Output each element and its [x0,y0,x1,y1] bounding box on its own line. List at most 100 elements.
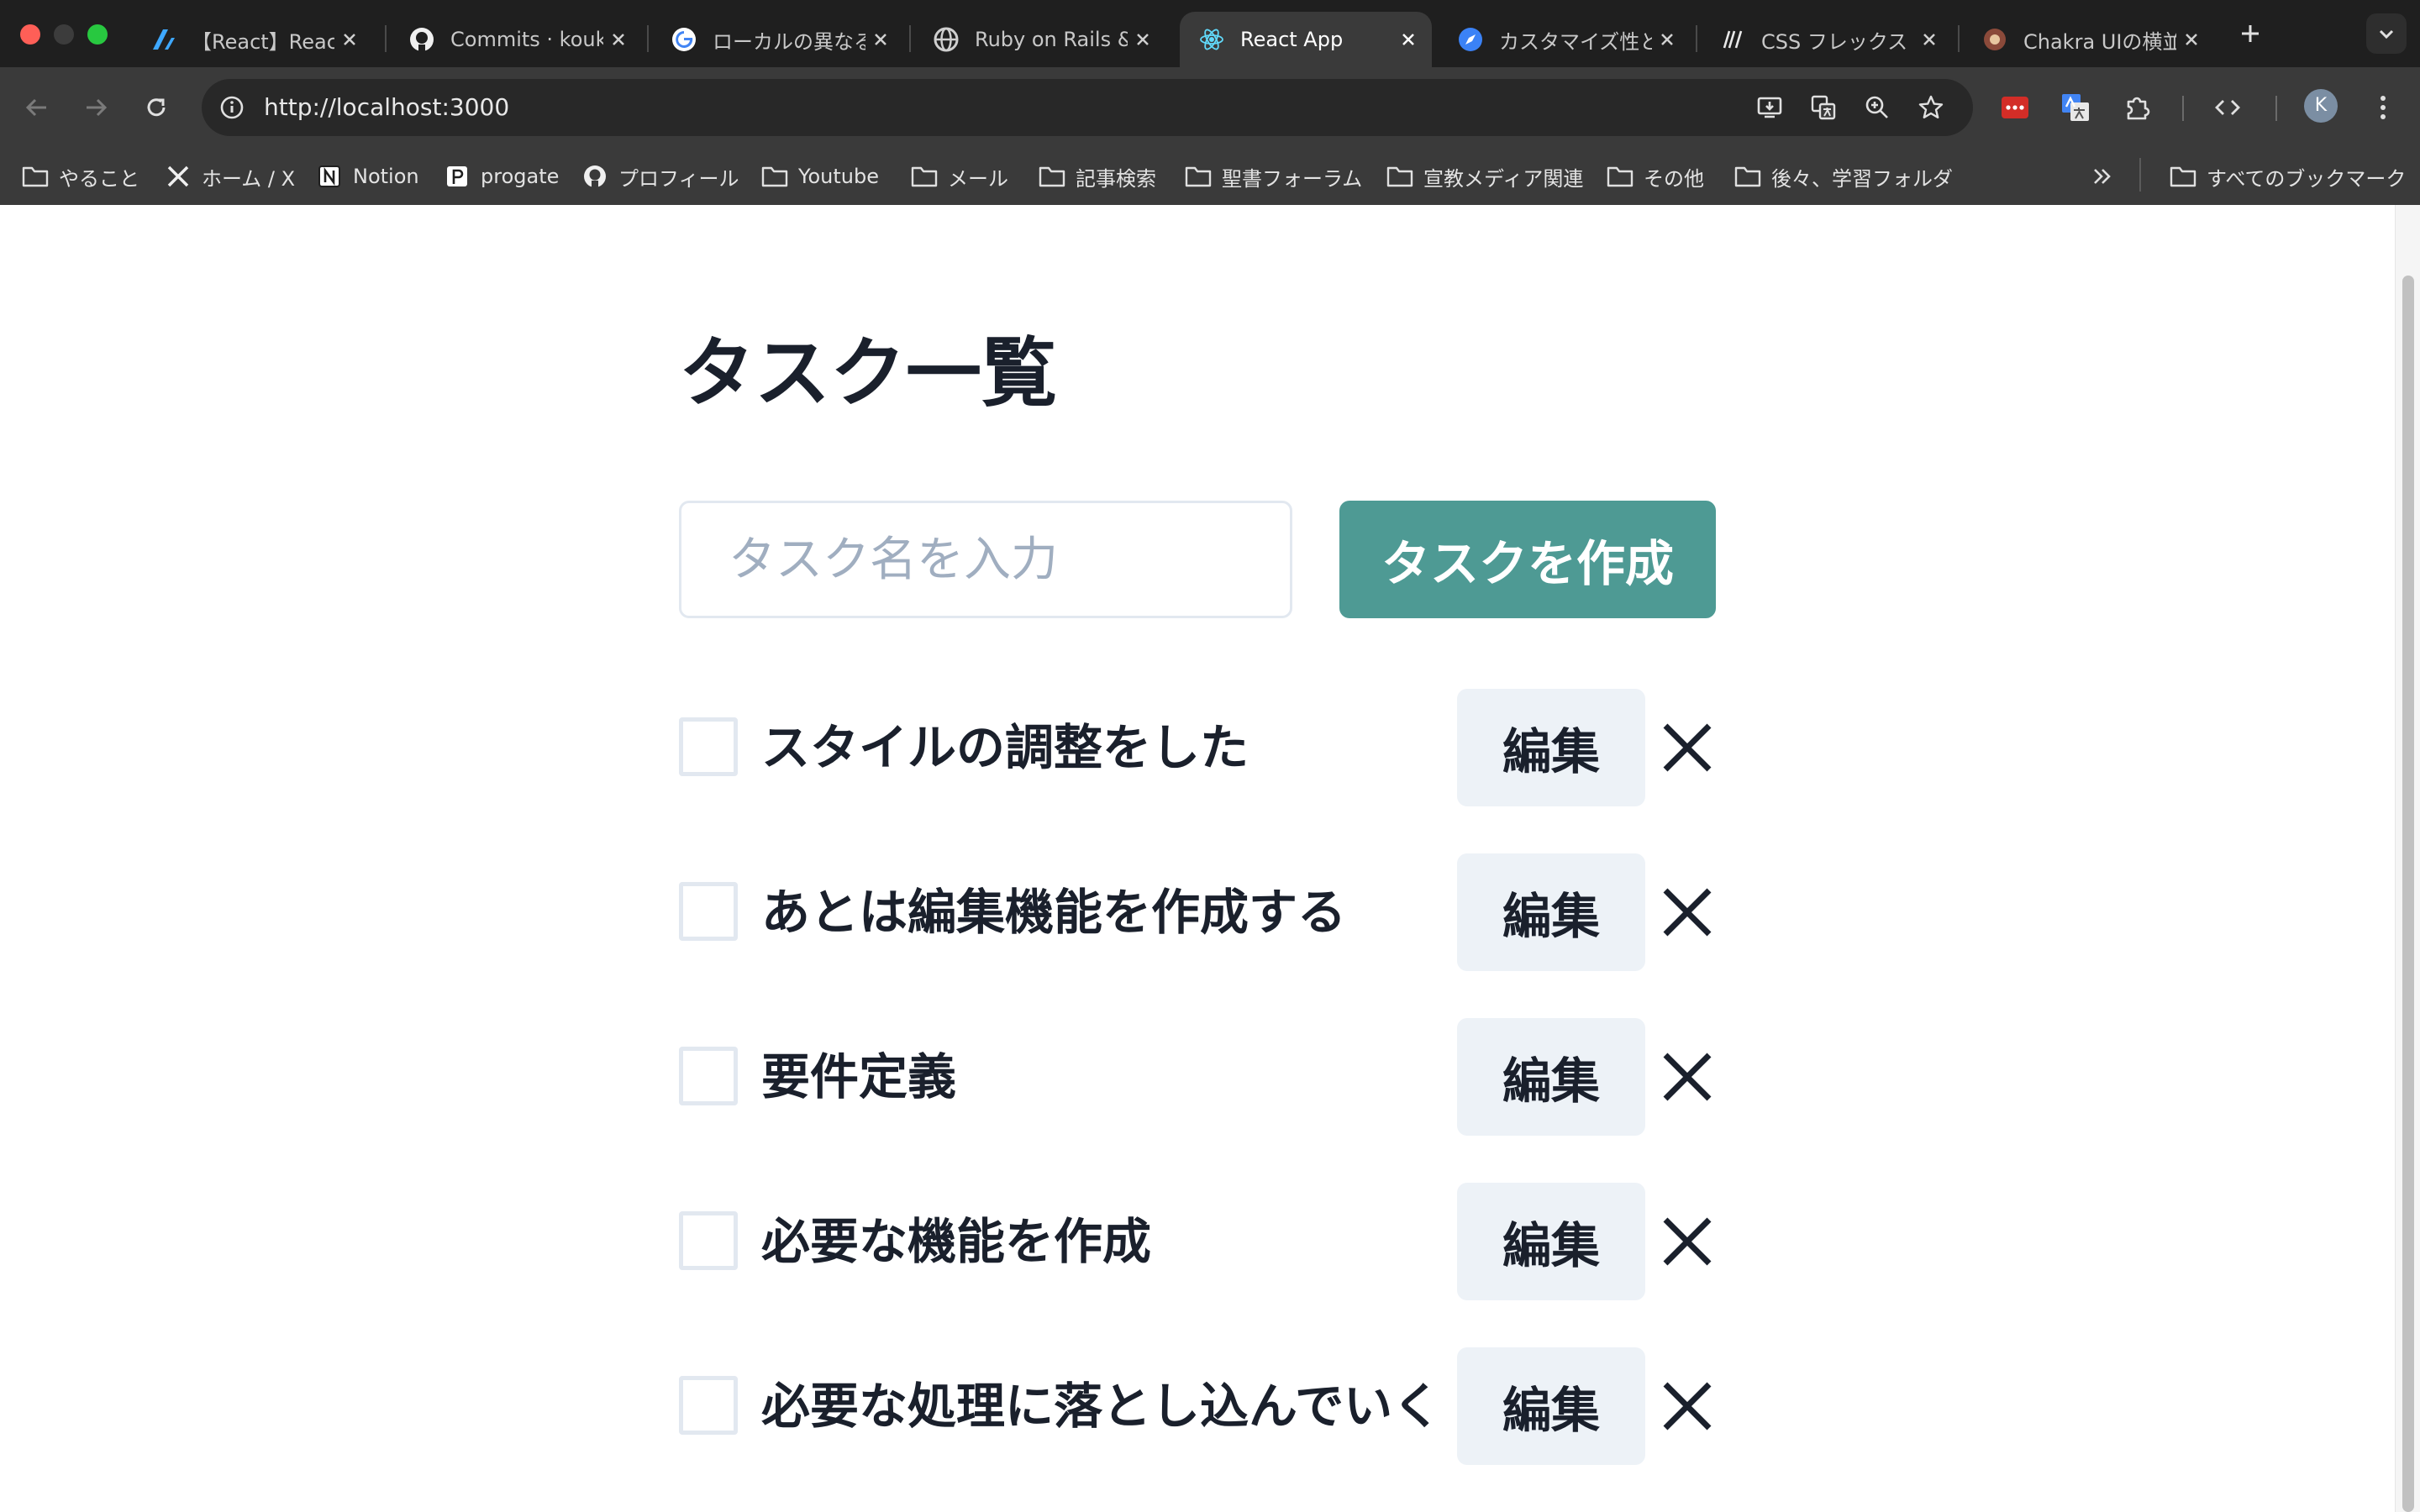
task-checkbox[interactable] [679,882,738,941]
tab-4-active[interactable]: React App [1180,12,1432,67]
progate-icon [444,163,471,190]
arrow-right-icon [87,98,108,117]
close-tab-icon[interactable] [1393,24,1423,55]
delete-task-button[interactable] [1659,1376,1716,1436]
chevron-down-icon [2379,29,2394,39]
bookmark-item[interactable]: progate [444,148,559,205]
task-row: あとは編集機能を作成する 編集 [679,853,1716,971]
bookmark-label: ホーム / X [202,166,296,191]
close-tab-icon[interactable] [865,24,896,55]
zoom-icon[interactable] [1857,87,1897,128]
more-menu-icon[interactable] [2361,86,2405,129]
bookmark-item[interactable]: Youtube [761,148,879,205]
folder-icon [761,163,788,190]
bookmarks-overflow-button[interactable] [2089,148,2126,205]
bookmark-item[interactable]: やること [22,148,139,205]
translate-icon[interactable] [1803,87,1844,128]
create-task-button[interactable]: タスクを作成 [1339,501,1716,618]
edit-task-button[interactable]: 編集 [1457,689,1645,806]
plus-icon [2242,25,2259,42]
arrow-left-icon [25,98,46,117]
zoom-window-button[interactable] [87,24,108,45]
install-app-icon[interactable] [1749,87,1790,128]
zenn-icon [150,26,176,53]
tab-search-button[interactable] [2366,13,2407,54]
bookmark-star-icon[interactable] [1911,87,1951,128]
tab-1[interactable]: Commits · kouk [390,12,642,67]
close-tab-icon[interactable] [603,24,634,55]
bookmark-item[interactable]: その他 [1607,148,1704,205]
task-checkbox[interactable] [679,1376,738,1435]
bookmark-item[interactable]: 後々、学習フォルダ [1734,148,1953,205]
page-viewport: タスク一覧 タスクを作成 スタイルの調整をした 編集 あとは編集機能を作成する … [0,205,2420,1512]
github-icon [408,26,435,53]
bookmark-label: 聖書フォーラム [1222,166,1363,191]
close-tab-icon[interactable] [1652,24,1682,55]
devtools-code-icon[interactable] [2206,86,2249,129]
tab-6[interactable]: CSS フレックス [1701,12,1953,67]
edit-task-button[interactable]: 編集 [1457,853,1645,971]
react-icon [1198,26,1225,53]
bookmark-item[interactable]: 宣教メディア関連 [1386,148,1583,205]
extensions-puzzle-icon[interactable] [2116,86,2160,129]
tab-divider [1696,25,1697,52]
github-icon [581,163,608,190]
edit-task-button[interactable]: 編集 [1457,1347,1645,1465]
close-tab-icon[interactable] [2176,24,2207,55]
tab-title: Chakra UIの横並 [2023,29,2176,54]
close-window-button[interactable] [20,24,40,45]
minimize-window-button[interactable] [54,24,74,45]
bookmark-item[interactable]: 記事検索 [1039,148,1156,205]
edit-task-button[interactable]: 編集 [1457,1018,1645,1136]
bookmark-item[interactable]: 聖書フォーラム [1185,148,1362,205]
close-tab-icon[interactable] [334,24,365,55]
bookmark-label: Youtube [798,165,879,188]
folder-icon [22,163,49,190]
tab-3[interactable]: Ruby on Rails & [914,12,1166,67]
bookmark-item[interactable]: プロフィール [581,148,739,205]
task-name: スタイルの調整をした [761,719,1249,776]
x-icon [165,163,192,190]
reload-button[interactable] [134,86,178,129]
bookmark-label: 宣教メディア関連 [1423,166,1584,191]
task-checkbox[interactable] [679,717,738,776]
task-checkbox[interactable] [679,1047,738,1105]
scrollbar-thumb[interactable] [2402,276,2414,1512]
address-bar[interactable]: http://localhost:3000 [202,79,1973,136]
bookmark-label: 後々、学習フォルダ [1771,166,1953,191]
close-tab-icon[interactable] [1914,24,1944,55]
profile-avatar[interactable]: K [2304,89,2338,123]
bookmark-item[interactable]: Notion [316,148,419,205]
task-name-input[interactable] [679,501,1292,618]
page-scrollbar[interactable] [2395,205,2420,1512]
tab-divider [909,25,911,52]
close-tab-icon[interactable] [1128,24,1158,55]
folder-icon [1386,163,1413,190]
delete-task-button[interactable] [1659,882,1716,942]
extension-translate-icon[interactable] [2054,86,2097,129]
extension-lastpass-icon[interactable] [1993,86,2037,129]
tab-7[interactable]: Chakra UIの横並 [1963,12,2215,67]
bookmark-item[interactable]: ホーム / X [165,148,295,205]
tab-2[interactable]: ローカルの異なる [652,12,904,67]
folder-icon [2170,163,2196,190]
site-info-icon[interactable] [212,87,252,128]
task-checkbox[interactable] [679,1211,738,1270]
tab-5[interactable]: カスタマイズ性と [1439,12,1691,67]
close-icon [1663,1053,1712,1101]
task-row: 必要な処理に落とし込んでいく 編集 [679,1347,1716,1465]
tab-0[interactable]: 【React】React [131,12,373,67]
delete-task-button[interactable] [1659,1211,1716,1272]
bookmark-item[interactable]: メール [911,148,1008,205]
delete-task-button[interactable] [1659,1047,1716,1107]
url-text[interactable]: http://localhost:3000 [264,79,509,136]
all-bookmarks-item[interactable]: すべてのブックマーク [2170,148,2406,205]
toolbar-divider [2182,96,2184,121]
back-button[interactable] [15,86,59,129]
all-bookmarks-label: すべてのブックマーク [2207,166,2407,191]
new-tab-button[interactable] [2232,15,2269,52]
delete-task-button[interactable] [1659,717,1716,778]
forward-button[interactable] [74,86,118,129]
edit-task-button[interactable]: 編集 [1457,1183,1645,1300]
folder-icon [911,163,938,190]
